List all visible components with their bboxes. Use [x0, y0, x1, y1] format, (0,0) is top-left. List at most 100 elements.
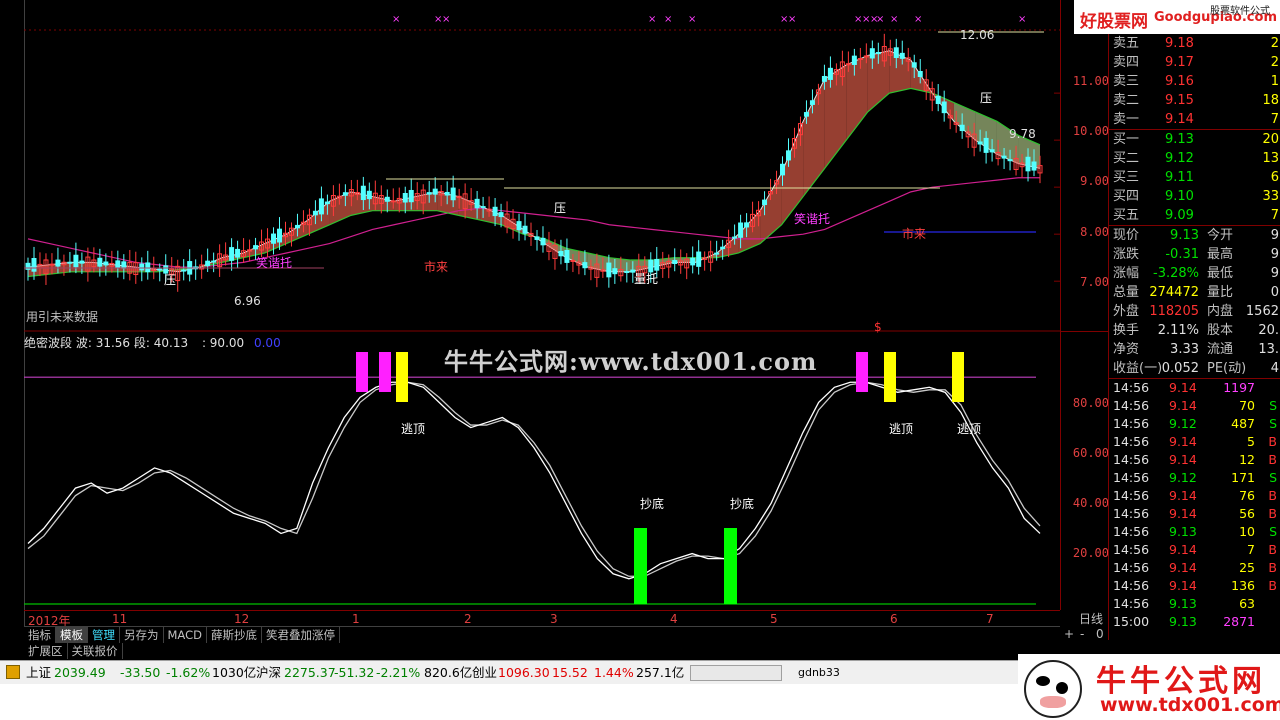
- stat-label: 最高: [1207, 247, 1234, 262]
- tick-price: 9.13: [1169, 614, 1197, 629]
- sh-index-name[interactable]: 上证: [26, 661, 51, 685]
- asks-row[interactable]: 卖五 9.18 2: [1109, 34, 1280, 53]
- hs-index-name[interactable]: 沪深: [256, 661, 281, 685]
- time-axis: 2012年 11 12 1 2 3 4 5 6 7: [24, 610, 1060, 628]
- tick-time: 14:56: [1113, 542, 1150, 557]
- bids-row[interactable]: 买五 9.09 7: [1109, 206, 1280, 225]
- tick-volume: 487: [1231, 416, 1255, 431]
- candle-body: [917, 70, 923, 77]
- tab-3[interactable]: 另存为: [120, 627, 164, 643]
- market-icon[interactable]: [6, 665, 20, 679]
- candle-body: [211, 260, 217, 263]
- candle-body: [785, 150, 791, 161]
- stat-label: PE(动): [1207, 361, 1247, 376]
- stat-label: 净资: [1113, 342, 1140, 357]
- time-tick: 12: [234, 612, 250, 626]
- zoom-in-button[interactable]: +: [1064, 627, 1074, 641]
- candle-body: [115, 260, 121, 269]
- candle-body: [277, 228, 283, 243]
- tick-row: 14:56 9.12 171 S: [1109, 469, 1280, 487]
- tick-price: 9.12: [1169, 470, 1197, 485]
- period-label[interactable]: 日线: [1079, 610, 1103, 627]
- asks-row[interactable]: 卖一 9.14 7: [1109, 110, 1280, 129]
- tab-5[interactable]: 薛斯抄底: [207, 627, 262, 643]
- stat-value: 9: [1270, 266, 1279, 281]
- top-escape-label: 逃顶: [401, 422, 426, 436]
- zoom-out-button[interactable]: -: [1080, 627, 1084, 641]
- asks-row[interactable]: 卖二 9.15 18: [1109, 91, 1280, 110]
- tick-volume: 1197: [1223, 380, 1255, 395]
- candle-body: [720, 246, 726, 250]
- tick-side: S: [1269, 524, 1277, 539]
- tick-row: 14:56 9.14 56 B: [1109, 505, 1280, 523]
- brand-top-tag: 股票软件公式: [1210, 6, 1270, 17]
- top-escape-label: 逃顶: [889, 422, 914, 436]
- price-tick: 8.00: [1080, 225, 1109, 239]
- candle-body: [271, 233, 277, 244]
- cy-index-name[interactable]: 创业: [472, 661, 497, 685]
- osc-tick: 40.00: [1072, 496, 1109, 510]
- tick-side: S: [1269, 398, 1277, 413]
- top-signal-bar: [952, 352, 964, 402]
- stat-value: 2.11%: [1157, 323, 1199, 338]
- signal-x-mark: ×: [392, 14, 400, 25]
- candle-body: [977, 141, 983, 145]
- cy-index-amount: 257.1亿: [636, 665, 685, 680]
- bids-row[interactable]: 买四 9.10 33: [1109, 187, 1280, 206]
- candle-body: [139, 263, 145, 271]
- hs-index-amount: 820.6亿: [424, 665, 473, 680]
- tab-4[interactable]: MACD: [164, 627, 207, 643]
- tab-6[interactable]: 笑君叠加涨停: [262, 627, 340, 643]
- bids-row[interactable]: 买三 9.11 6: [1109, 168, 1280, 187]
- bids-label: 买三: [1113, 170, 1140, 185]
- kline-chart-area[interactable]: × × × × × × × × × × × × × × × 用引未来数据 绝密波段 波: 31.56 段: …: [24, 0, 1060, 628]
- asks-price: 9.14: [1165, 112, 1194, 127]
- asks-row[interactable]: 卖四 9.17 2: [1109, 53, 1280, 72]
- indicator-name: 绝密波段: [24, 336, 73, 350]
- osc-tick: 60.00: [1072, 446, 1109, 460]
- stat-value: 0: [1270, 285, 1279, 300]
- market-come-label: 市来: [902, 227, 927, 241]
- candle-body: [780, 163, 786, 176]
- hs-index-value: 2275.37: [284, 665, 336, 680]
- indicator-tab-bar: 指标 模板 管理 另存为 MACD 薛斯抄底 笑君叠加涨停: [24, 626, 1060, 643]
- candle-body: [145, 262, 151, 273]
- recent-price-label: 9.78: [1009, 127, 1036, 141]
- reset-button[interactable]: 0: [1096, 627, 1104, 641]
- ext-tab-1[interactable]: 关联报价: [68, 643, 123, 659]
- tick-row: 14:56 9.14 1197: [1109, 379, 1280, 397]
- candle-body: [384, 196, 390, 202]
- candle-body: [899, 52, 905, 59]
- sh-index-amount: 1030亿: [212, 665, 257, 680]
- tab-0[interactable]: 指标: [24, 627, 56, 643]
- stat-label: 最低: [1207, 266, 1234, 281]
- tab-1[interactable]: 模板: [56, 627, 88, 643]
- tick-side: B: [1268, 488, 1277, 503]
- tick-time: 14:56: [1113, 524, 1150, 539]
- tab-2[interactable]: 管理: [88, 627, 120, 643]
- bids-price: 9.11: [1165, 170, 1194, 185]
- ext-tab-0[interactable]: 扩展区: [24, 643, 68, 659]
- quote-panel: 卖五 9.18 2 卖四 9.17 2 卖三 9.16 1 卖二 9.15 18 卖一 9.14 7 买一 9…: [1108, 0, 1280, 640]
- high-price-label: 12.06: [960, 28, 995, 42]
- chart-canvas[interactable]: × × × × × × × × × × ×× × × ×: [24, 0, 1060, 628]
- candle-body: [1007, 159, 1013, 162]
- candle-body: [49, 263, 55, 266]
- bids-row[interactable]: 买一 9.13 20: [1109, 130, 1280, 149]
- bids-row[interactable]: 买二 9.12 13: [1109, 149, 1280, 168]
- stat-value: 1562: [1245, 304, 1279, 319]
- pressure-label: 压: [164, 273, 177, 287]
- time-tick: 11: [112, 612, 128, 626]
- tick-price: 9.14: [1169, 380, 1197, 395]
- stat-value: 0.052: [1161, 361, 1199, 376]
- top-signal-bar: [884, 352, 896, 402]
- candle-body: [366, 190, 372, 200]
- osc-main-line: [27, 381, 1041, 580]
- candle-body: [732, 236, 738, 239]
- candle-body: [432, 188, 438, 195]
- cy-index-change: 15.52: [552, 665, 588, 680]
- ma-slow-line: [27, 177, 1040, 268]
- asks-row[interactable]: 卖三 9.16 1: [1109, 72, 1280, 91]
- hs-index-pct: -2.21%: [376, 665, 421, 680]
- candle-body: [205, 260, 211, 266]
